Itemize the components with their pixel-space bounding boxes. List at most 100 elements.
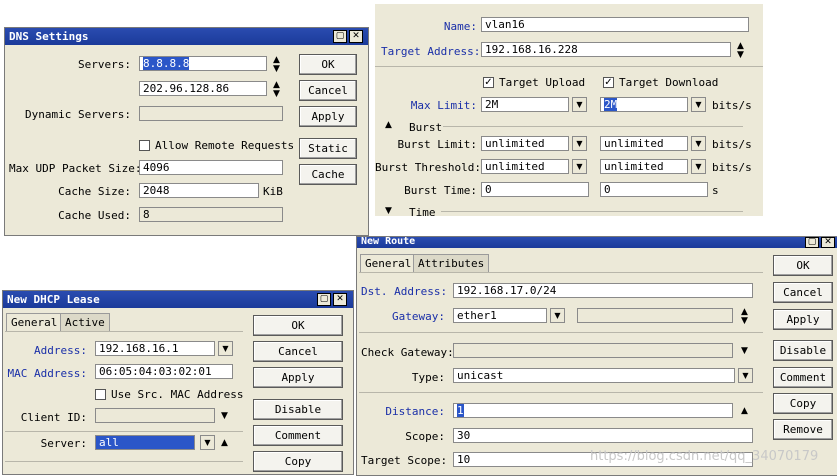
queue-window: Name: vlan16 Target Address: 192.168.16.… <box>375 4 763 216</box>
chevron-down-icon[interactable]: ▼ <box>221 412 228 421</box>
maximize-icon[interactable]: ▢ <box>317 293 331 306</box>
triangle-down-icon[interactable]: ▼ <box>385 207 392 216</box>
route-apply-button[interactable]: Apply <box>773 309 833 330</box>
type-label: Type: <box>411 371 445 384</box>
burst-time-down-input[interactable]: 0 <box>600 182 708 197</box>
dhcp-disable-button[interactable]: Disable <box>253 399 343 420</box>
gateway-input[interactable]: ether1 <box>453 308 547 323</box>
chevron-down-icon[interactable]: ▼ <box>550 308 565 323</box>
target-download-checkbox[interactable]: ✓ <box>603 77 614 88</box>
target-upload-checkbox[interactable]: ✓ <box>483 77 494 88</box>
burst-limit-up-input[interactable]: unlimited <box>481 136 569 151</box>
route-cancel-button[interactable]: Cancel <box>773 282 833 303</box>
distance-input[interactable]: 1 <box>453 403 733 418</box>
chevron-down-icon[interactable]: ▼ <box>200 435 215 450</box>
route-remove-button[interactable]: Remove <box>773 419 833 440</box>
use-src-mac-checkbox[interactable] <box>95 389 106 400</box>
max-limit-down-input[interactable]: 2M <box>600 97 688 112</box>
dhcp-titlebar[interactable]: New DHCP Lease ▢ ✕ <box>3 291 353 308</box>
server1-input[interactable]: 8.8.8.8 <box>139 56 267 71</box>
chevron-down-icon[interactable]: ▼ <box>691 159 706 174</box>
chevron-down-icon[interactable]: ▼ <box>572 136 587 151</box>
burst-threshold-up-input[interactable]: unlimited <box>481 159 569 174</box>
dns-cache-button[interactable]: Cache <box>299 164 357 185</box>
close-icon[interactable]: ✕ <box>349 30 363 43</box>
dhcp-cancel-button[interactable]: Cancel <box>253 341 343 362</box>
dns-ok-button[interactable]: OK <box>299 54 357 75</box>
dst-address-label: Dst. Address: <box>361 285 448 298</box>
dhcp-address-input[interactable]: 192.168.16.1 <box>95 341 215 356</box>
server-select[interactable]: all <box>95 435 195 450</box>
dhcp-copy-button[interactable]: Copy <box>253 451 343 472</box>
route-comment-button[interactable]: Comment <box>773 367 833 388</box>
max-limit-up-value: 2M <box>485 98 499 111</box>
dhcp-comment-button[interactable]: Comment <box>253 425 343 446</box>
burst-limit-down-input[interactable]: unlimited <box>600 136 688 151</box>
chevron-down-icon[interactable]: ▼ <box>691 97 706 112</box>
triangle-updown-icon[interactable]: ▲ ▼ <box>737 42 744 60</box>
route-copy-button[interactable]: Copy <box>773 393 833 414</box>
route-ok-button[interactable]: OK <box>773 255 833 276</box>
dst-address-input[interactable]: 192.168.17.0/24 <box>453 283 753 298</box>
max-udp-label: Max UDP Packet Size: <box>9 162 142 175</box>
burst-threshold-down-input[interactable]: unlimited <box>600 159 688 174</box>
dynamic-servers-label: Dynamic Servers: <box>25 108 131 121</box>
cache-size-input[interactable]: 2048 <box>139 183 259 198</box>
cache-size-label: Cache Size: <box>58 185 131 198</box>
max-udp-input[interactable]: 4096 <box>139 160 283 175</box>
target-address-input[interactable]: 192.168.16.228 <box>481 42 731 57</box>
chevron-down-icon[interactable]: ▼ <box>741 347 748 356</box>
separator <box>441 211 743 212</box>
max-limit-unit: bits/s <box>712 99 752 112</box>
name-value: vlan16 <box>485 18 525 31</box>
dns-cancel-button[interactable]: Cancel <box>299 80 357 101</box>
burst-time-up-input[interactable]: 0 <box>481 182 589 197</box>
burst-limit-label: Burst Limit: <box>397 138 477 151</box>
dhcp-ok-button[interactable]: OK <box>253 315 343 336</box>
gateway-value: ether1 <box>457 309 497 322</box>
scope-input[interactable]: 30 <box>453 428 753 443</box>
separator <box>5 331 243 332</box>
chevron-down-icon[interactable]: ▼ <box>572 159 587 174</box>
server2-input[interactable]: 202.96.128.86 <box>139 81 267 96</box>
servers-label: Servers: <box>78 58 131 71</box>
route-disable-button[interactable]: Disable <box>773 340 833 361</box>
route-titlebar[interactable]: New Route ▢ ✕ <box>357 237 837 248</box>
dhcp-apply-button[interactable]: Apply <box>253 367 343 388</box>
server2-value: 202.96.128.86 <box>143 82 230 95</box>
triangle-updown-icon[interactable]: ▲ ▼ <box>273 56 280 74</box>
allow-remote-checkbox[interactable] <box>139 140 150 151</box>
distance-label: Distance: <box>385 405 445 418</box>
tab-attributes[interactable]: Attributes <box>413 254 490 272</box>
separator <box>359 272 763 273</box>
chevron-down-icon[interactable]: ▼ <box>738 368 753 383</box>
dns-apply-button[interactable]: Apply <box>299 106 357 127</box>
burst-threshold-down-value: unlimited <box>604 160 664 173</box>
triangle-up-icon[interactable]: ▲ <box>741 407 748 416</box>
triangle-updown-icon[interactable]: ▲ ▼ <box>273 81 280 99</box>
chevron-down-icon[interactable]: ▼ <box>691 136 706 151</box>
chevron-down-icon[interactable]: ▼ <box>218 341 233 356</box>
name-input[interactable]: vlan16 <box>481 17 749 32</box>
tab-general[interactable]: General <box>360 254 417 272</box>
triangle-up-icon[interactable]: ▲ <box>221 439 228 448</box>
dns-titlebar[interactable]: DNS Settings ▢ ✕ <box>5 28 368 45</box>
check-gateway-field[interactable] <box>453 343 733 358</box>
dns-static-button[interactable]: Static <box>299 138 357 159</box>
close-icon[interactable]: ✕ <box>821 237 835 248</box>
triangle-up-icon[interactable]: ▲ <box>385 121 392 130</box>
maximize-icon[interactable]: ▢ <box>805 237 819 248</box>
max-udp-value: 4096 <box>143 161 170 174</box>
client-id-field[interactable] <box>95 408 215 423</box>
triangle-updown-icon[interactable]: ▲ ▼ <box>741 308 748 326</box>
tab-active[interactable]: Active <box>60 313 110 331</box>
close-icon[interactable]: ✕ <box>333 293 347 306</box>
mac-address-input[interactable]: 06:05:04:03:02:01 <box>95 364 233 379</box>
chevron-down-icon[interactable]: ▼ <box>572 97 587 112</box>
type-select[interactable]: unicast <box>453 368 735 383</box>
burst-threshold-unit: bits/s <box>712 161 752 174</box>
tab-general[interactable]: General <box>6 313 63 331</box>
burst-threshold-up-value: unlimited <box>485 160 545 173</box>
max-limit-up-input[interactable]: 2M <box>481 97 569 112</box>
maximize-icon[interactable]: ▢ <box>333 30 347 43</box>
